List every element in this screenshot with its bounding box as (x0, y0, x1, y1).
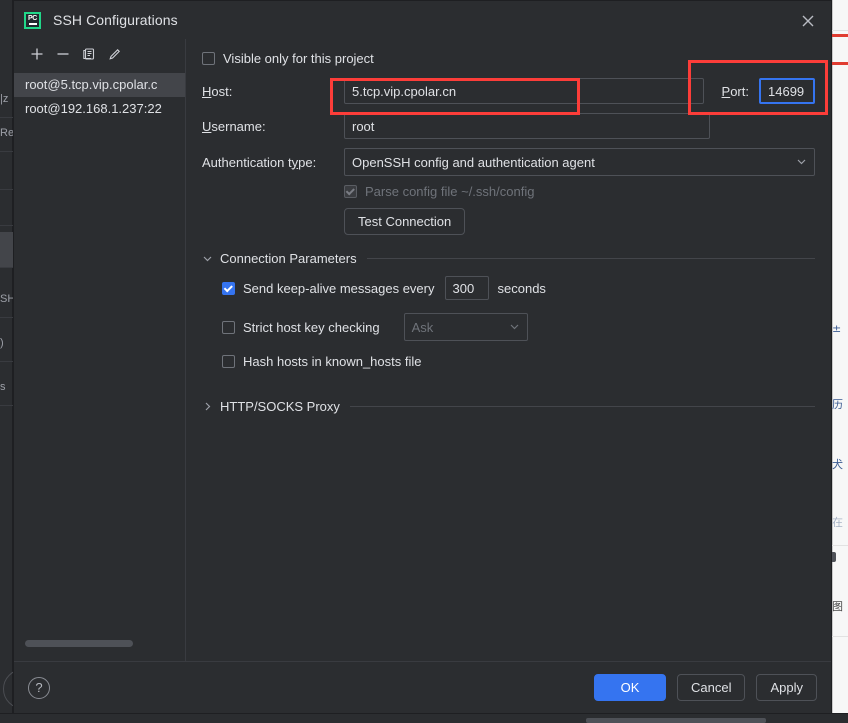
pycharm-logo-icon: PC (24, 12, 41, 29)
background-divider (832, 636, 848, 637)
chevron-right-icon (202, 401, 213, 412)
background-right-item: 在 (832, 516, 848, 530)
sidebar-horizontal-scrollbar[interactable] (25, 640, 173, 647)
connection-parameters-section-header[interactable]: Connection Parameters (202, 251, 815, 266)
parse-config-label: Parse config file ~/.ssh/config (365, 184, 534, 199)
copy-icon (82, 47, 96, 61)
footer-actions: OK Cancel Apply (594, 674, 817, 701)
connection-parameters-body: Send keep-alive messages every seconds S… (222, 276, 815, 369)
configuration-form: Visible only for this project Host: Port… (186, 39, 831, 661)
close-button[interactable] (793, 7, 823, 35)
background-right-item: 犬 (832, 458, 848, 472)
dialog-titlebar: PC SSH Configurations (14, 1, 831, 39)
cancel-button[interactable]: Cancel (677, 674, 745, 701)
background-rail-item: ) (0, 336, 13, 362)
background-scrollbar-thumb[interactable] (586, 718, 766, 723)
hash-hosts-row: Hash hosts in known_hosts file (222, 354, 815, 369)
chevron-down-icon (796, 155, 807, 170)
connection-parameters-title: Connection Parameters (220, 251, 357, 266)
remove-configuration-button[interactable] (51, 42, 75, 66)
sidebar-scrollbar-thumb[interactable] (25, 640, 133, 647)
list-item[interactable]: root@192.168.1.237:22 (14, 97, 185, 121)
proxy-section-header[interactable]: HTTP/SOCKS Proxy (202, 399, 815, 414)
strict-host-checkbox[interactable] (222, 321, 235, 334)
username-input[interactable] (344, 113, 710, 139)
keepalive-interval-input[interactable] (445, 276, 489, 300)
list-item[interactable]: root@5.tcp.vip.cpolar.c (14, 73, 185, 97)
port-label: Port: (722, 84, 749, 99)
ssh-configurations-dialog: PC SSH Configurations (13, 0, 832, 714)
strict-host-row: Strict host key checking Ask (222, 313, 815, 341)
username-row: Username: (202, 113, 815, 139)
parse-config-checkbox (344, 185, 357, 198)
background-right-panel: ± 历 犬 在 图 (832, 0, 848, 723)
auth-type-row: Authentication type: OpenSSH config and … (202, 148, 815, 176)
copy-configuration-button[interactable] (77, 42, 101, 66)
strict-host-value: Ask (412, 320, 503, 335)
test-connection-button[interactable]: Test Connection (344, 208, 465, 235)
configurations-sidebar: root@5.tcp.vip.cpolar.c root@192.168.1.2… (14, 39, 186, 661)
chevron-down-icon (202, 253, 213, 264)
apply-button[interactable]: Apply (756, 674, 817, 701)
strict-host-label[interactable]: Strict host key checking (243, 320, 380, 335)
dialog-title: SSH Configurations (53, 12, 178, 28)
background-right-item: 历 (832, 398, 848, 412)
keepalive-checkbox[interactable] (222, 282, 235, 295)
pencil-icon (108, 47, 122, 61)
proxy-section-title: HTTP/SOCKS Proxy (220, 399, 340, 414)
background-rail-item: |z (0, 92, 13, 118)
visible-only-label[interactable]: Visible only for this project (223, 51, 374, 66)
parse-config-row: Parse config file ~/.ssh/config (344, 184, 815, 199)
background-rail-item: SH (0, 292, 13, 318)
sidebar-toolbar (14, 39, 185, 69)
background-rail-item: s (0, 380, 13, 406)
dialog-body: root@5.tcp.vip.cpolar.c root@192.168.1.2… (14, 39, 831, 661)
port-input[interactable] (759, 78, 815, 104)
help-button[interactable]: ? (28, 677, 50, 699)
port-group: Port: (722, 78, 815, 104)
background-right-item: ± (832, 322, 848, 336)
test-connection-row: Test Connection (344, 208, 815, 235)
chevron-down-icon (509, 320, 520, 335)
background-left-toolwindow-rail: |z Re SH ) s (0, 0, 13, 723)
visible-only-checkbox[interactable] (202, 52, 215, 65)
host-label: Host: (202, 84, 344, 99)
close-icon (801, 14, 815, 28)
edit-configuration-button[interactable] (103, 42, 127, 66)
keepalive-unit-label: seconds (498, 281, 546, 296)
keepalive-row: Send keep-alive messages every seconds (222, 276, 815, 300)
visible-only-row: Visible only for this project (202, 51, 815, 66)
strict-host-combobox[interactable]: Ask (404, 313, 528, 341)
add-configuration-button[interactable] (25, 42, 49, 66)
background-divider (832, 30, 848, 31)
background-right-item: 图 (832, 600, 848, 614)
background-red-line (832, 62, 848, 65)
minus-icon (56, 47, 70, 61)
auth-type-label: Authentication type: (202, 155, 344, 170)
keepalive-label[interactable]: Send keep-alive messages every (243, 281, 435, 296)
hash-hosts-label[interactable]: Hash hosts in known_hosts file (243, 354, 421, 369)
hash-hosts-checkbox[interactable] (222, 355, 235, 368)
dialog-footer: ? OK Cancel Apply (14, 661, 831, 713)
plus-icon (30, 47, 44, 61)
auth-type-value: OpenSSH config and authentication agent (352, 155, 790, 170)
pycharm-logo-text: PC (28, 15, 37, 22)
username-label: Username: (202, 119, 344, 134)
host-row: Host: Port: (202, 78, 815, 104)
background-divider (832, 545, 848, 546)
pycharm-logo-bar (29, 23, 37, 25)
configurations-list: root@5.tcp.vip.cpolar.c root@192.168.1.2… (14, 69, 185, 661)
section-divider (350, 406, 815, 407)
background-rail-item-selected (0, 232, 13, 268)
background-red-line (832, 34, 848, 37)
background-rail-item (0, 196, 13, 226)
auth-type-combobox[interactable]: OpenSSH config and authentication agent (344, 148, 815, 176)
background-rail-item: Re (0, 126, 13, 152)
background-rail-item (0, 160, 13, 190)
host-input[interactable] (344, 78, 704, 104)
section-divider (367, 258, 815, 259)
ok-button[interactable]: OK (594, 674, 666, 701)
